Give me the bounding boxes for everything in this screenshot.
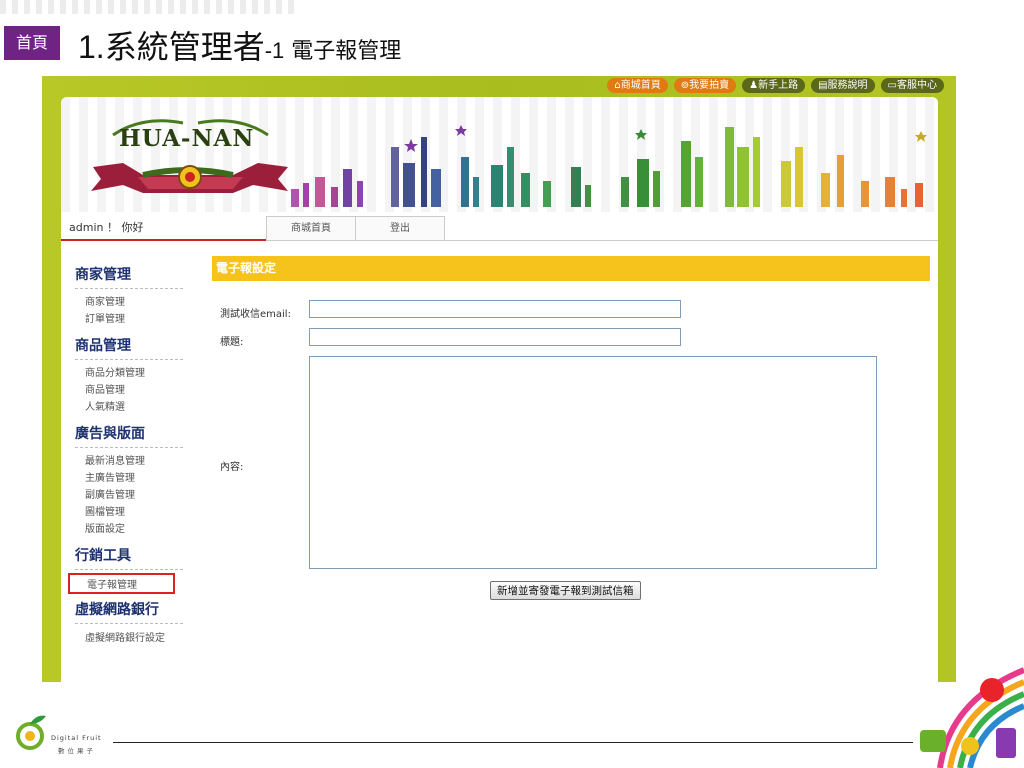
sidebar-item-popular-picks[interactable]: 人氣精選 xyxy=(85,398,125,413)
subject-input[interactable] xyxy=(309,328,681,346)
sidebar-item-image-management[interactable]: 圖檔管理 xyxy=(85,503,125,518)
admin-page: HUA-NAN admin ！ 你好 商城首頁 登出 商家管理 商家管理 訂單管… xyxy=(61,97,938,682)
sidebar-section-virtual-bank: 虛擬網路銀行 xyxy=(75,599,183,624)
admin-screenshot: ⌂商城首頁 ⊚我要拍賣 ♟新手上路 ▤服務說明 ▭客服中心 HUA-NAN ad… xyxy=(42,76,956,682)
logo-text: HUA-NAN xyxy=(119,125,255,152)
sidebar-section-marketing: 行銷工具 xyxy=(75,545,183,570)
user-underline xyxy=(61,239,266,241)
sidebar-section-ads-layout: 廣告與版面 xyxy=(75,423,183,448)
newsletter-settings-header: 電子報設定 xyxy=(212,256,930,281)
sidebar-item-news-management[interactable]: 最新消息管理 xyxy=(85,452,145,467)
sidebar-item-product-management[interactable]: 商品管理 xyxy=(85,381,125,396)
topnav-beginner[interactable]: ♟新手上路 xyxy=(742,78,806,93)
footer-brand-zh: 數位果子 xyxy=(58,747,96,755)
topnav-mall-home-label: 商城首頁 xyxy=(620,80,661,91)
topnav-auction[interactable]: ⊚我要拍賣 xyxy=(673,78,737,93)
title-sub-number: -1 xyxy=(264,38,285,63)
test-email-label: 測試收信email: xyxy=(220,309,291,320)
footer-divider xyxy=(113,742,913,743)
topnav-customer-service[interactable]: ▭客服中心 xyxy=(880,78,944,93)
topnav-service-info-label: 服務說明 xyxy=(827,80,868,91)
user-greeting: admin ！ 你好 xyxy=(69,221,144,234)
sidebar-item-category-management[interactable]: 商品分類管理 xyxy=(85,364,145,379)
sale-decoration-graphic xyxy=(920,667,1024,768)
header-decoration xyxy=(0,0,300,14)
footer-brand-en: Digital Fruit xyxy=(51,734,102,742)
tab-logout[interactable]: 登出 xyxy=(355,216,445,240)
tab-mall-home[interactable]: 商城首頁 xyxy=(266,216,356,240)
slide-title: 1.系統管理者-1 電子報管理 xyxy=(78,22,401,68)
city-skyline-graphic xyxy=(291,125,927,207)
test-email-input[interactable] xyxy=(309,300,681,318)
sidebar-item-main-ad-management[interactable]: 主廣告管理 xyxy=(85,469,135,484)
send-newsletter-button[interactable]: 新增並寄發電子報到測試信箱 xyxy=(490,581,641,600)
topnav-mall-home[interactable]: ⌂商城首頁 xyxy=(607,78,668,93)
subject-label: 標題: xyxy=(220,337,244,348)
sidebar-item-sub-ad-management[interactable]: 副廣告管理 xyxy=(85,486,135,501)
hua-nan-logo[interactable] xyxy=(83,105,298,205)
digital-fruit-logo-icon xyxy=(16,715,46,750)
user-bar: admin ！ 你好 商城首頁 登出 xyxy=(61,212,938,241)
sidebar-item-virtual-bank-settings[interactable]: 虛擬網路銀行設定 xyxy=(85,629,165,644)
topnav-beginner-label: 新手上路 xyxy=(758,80,799,91)
sidebar-item-order-management[interactable]: 訂單管理 xyxy=(85,310,125,325)
topnav-customer-service-label: 客服中心 xyxy=(897,80,937,91)
topnav-service-info[interactable]: ▤服務說明 xyxy=(811,78,875,93)
sidebar-section-products: 商品管理 xyxy=(75,335,183,360)
title-number: 1. xyxy=(78,29,105,65)
title-main: 系統管理者 xyxy=(104,28,265,66)
sidebar-item-layout-settings[interactable]: 版面設定 xyxy=(85,520,125,535)
home-button[interactable]: 首頁 xyxy=(4,26,60,60)
content-label: 內容: xyxy=(220,462,244,473)
site-banner: HUA-NAN xyxy=(61,97,938,212)
top-navigation: ⌂商城首頁 ⊚我要拍賣 ♟新手上路 ▤服務說明 ▭客服中心 xyxy=(607,78,944,93)
sidebar-item-merchant-management[interactable]: 商家管理 xyxy=(85,293,125,308)
title-sub: 電子報管理 xyxy=(284,39,402,64)
topnav-auction-label: 我要拍賣 xyxy=(689,80,730,91)
sidebar-section-merchant: 商家管理 xyxy=(75,264,183,289)
sidebar-item-newsletter-management[interactable]: 電子報管理 xyxy=(68,573,175,594)
content-textarea[interactable] xyxy=(309,356,877,569)
